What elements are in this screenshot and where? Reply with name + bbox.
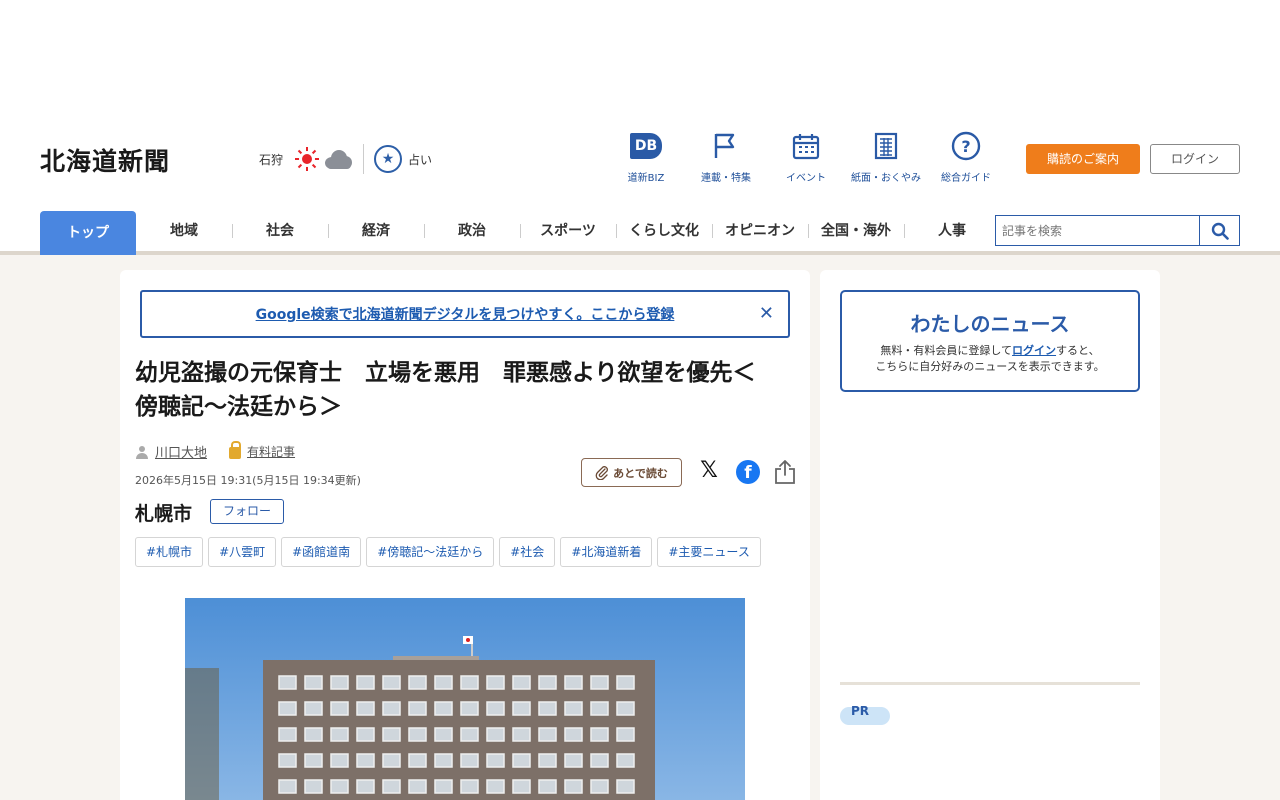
weather-divider [363,144,365,174]
person-icon [136,445,148,459]
article-headline: 幼児盗撮の元保育士 立場を悪用 罪悪感より欲望を優先＜ 傍聴記～法廷から＞ [135,356,795,424]
nav-tab-politics[interactable]: 政治 [424,211,520,251]
search-button[interactable] [1199,216,1239,245]
location-label: 札幌市 [135,503,193,525]
read-later-button[interactable]: あとで読む [581,458,682,487]
nav-tab-personnel[interactable]: 人事 [904,211,1000,251]
tag-link[interactable]: #函館道南 [281,537,362,567]
dbiz-icon: DB [630,133,662,159]
flag-graphic [463,636,473,644]
newspaper-icon [873,131,899,161]
nav-tab-top[interactable]: トップ [40,211,136,255]
cloud-icon [323,148,353,170]
quick-link-guide[interactable]: ? 総合ガイド [926,131,1006,184]
nav-tab-sports[interactable]: スポーツ [520,211,616,251]
fortune-link[interactable]: 占い [408,151,432,168]
search-icon [1211,222,1229,240]
my-news-title: わたしのニュース [910,312,1070,336]
site-logo[interactable]: 北海道新聞 [40,142,170,178]
site-header: 北海道新聞 石狩 ★ 占い DB 道新BIZ 連載・特集 イベント 紙面・おくや… [0,128,1280,255]
top-ad-space [0,0,1280,128]
nav-tab-region[interactable]: 地域 [136,211,232,251]
close-icon[interactable]: ✕ [759,292,774,336]
nav-tab-national[interactable]: 全国・海外 [808,211,904,251]
headline-line: 傍聴記～法廷から＞ [135,394,342,420]
article-meta: 川口大地 有料記事 [135,441,295,461]
quick-link-label: 総合ガイド [941,173,991,184]
svg-text:?: ? [961,137,970,156]
paperclip-icon [595,465,609,480]
author-link[interactable]: 川口大地 [155,442,207,461]
quick-link-label: イベント [786,173,826,184]
article-photo[interactable] [185,598,745,800]
share-icon[interactable] [774,459,796,485]
tag-link[interactable]: #傍聴記～法廷から [366,537,495,567]
sidebar-divider [840,682,1140,685]
sidebar: わたしのニュース 無料・有料会員に登録してログインすると、 こちらに自分好みのニ… [820,270,1160,800]
search-input[interactable] [996,216,1199,245]
calendar-icon [792,131,820,161]
facebook-share-icon[interactable]: f [736,460,760,484]
lock-icon [229,441,242,459]
sun-icon [295,147,320,171]
tag-link[interactable]: #社会 [499,537,556,567]
tag-link[interactable]: #主要ニュース [657,537,761,567]
login-button[interactable]: ログイン [1150,144,1240,174]
question-icon: ? [951,131,981,161]
google-search-banner: Google検索で北海道新聞デジタルを見つけやすく。ここから登録 ✕ [140,290,790,338]
quick-link-label: 道新BIZ [627,173,665,184]
fortune-icon[interactable]: ★ [374,145,403,173]
main-nav: トップ 地域 社会 経済 政治 スポーツ くらし文化 オピニオン 全国・海外 人… [40,211,1000,255]
weather-city: 石狩 [259,152,284,167]
my-news-login-link[interactable]: ログイン [1012,344,1056,357]
publish-date: 2026年5月15日 19:31(5月15日 19:34更新) [135,474,361,487]
search-box [995,215,1240,246]
nav-tab-culture[interactable]: くらし文化 [616,211,712,251]
tag-link[interactable]: #八雲町 [208,537,277,567]
x-share-icon[interactable]: 𝕏 [697,459,721,483]
nav-tab-society[interactable]: 社会 [232,211,328,251]
quick-link-events[interactable]: イベント [766,131,846,184]
article-card: Google検索で北海道新聞デジタルを見つけやすく。ここから登録 ✕ 幼児盗撮の… [120,270,810,800]
quick-link-series[interactable]: 連載・特集 [686,131,766,184]
nav-tab-opinion[interactable]: オピニオン [712,211,808,251]
read-later-label: あとで読む [613,466,668,480]
tag-link[interactable]: #札幌市 [135,537,204,567]
paid-article-label[interactable]: 有料記事 [247,443,295,460]
quick-link-newspaper[interactable]: 紙面・おくやみ [846,131,926,184]
quick-link-label: 連載・特集 [701,173,751,184]
quick-link-label: 紙面・おくやみ [851,173,921,184]
follow-button[interactable]: フォロー [210,499,284,524]
my-news-box: わたしのニュース 無料・有料会員に登録してログインすると、 こちらに自分好みのニ… [840,290,1140,392]
pr-badge: PR [840,705,890,725]
photo-tree [185,668,219,800]
subscribe-button[interactable]: 購読のご案内 [1026,144,1140,174]
weather-widget[interactable]: 石狩 ★ 占い [259,144,432,174]
google-register-link[interactable]: Google検索で北海道新聞デジタルを見つけやすく。ここから登録 [256,307,675,323]
courthouse-building [263,660,655,800]
my-news-description: 無料・有料会員に登録してログインすると、 こちらに自分好みのニュースを表示できま… [875,344,1105,373]
nav-tab-economy[interactable]: 経済 [328,211,424,251]
tag-list: #札幌市 #八雲町 #函館道南 #傍聴記～法廷から #社会 #北海道新着 #主要… [135,537,761,567]
flag-icon [713,131,739,161]
headline-line: 幼児盗撮の元保育士 立場を悪用 罪悪感より欲望を優先＜ [135,360,756,386]
quick-link-dbiz[interactable]: DB 道新BIZ [606,131,686,184]
tag-link[interactable]: #北海道新着 [560,537,653,567]
